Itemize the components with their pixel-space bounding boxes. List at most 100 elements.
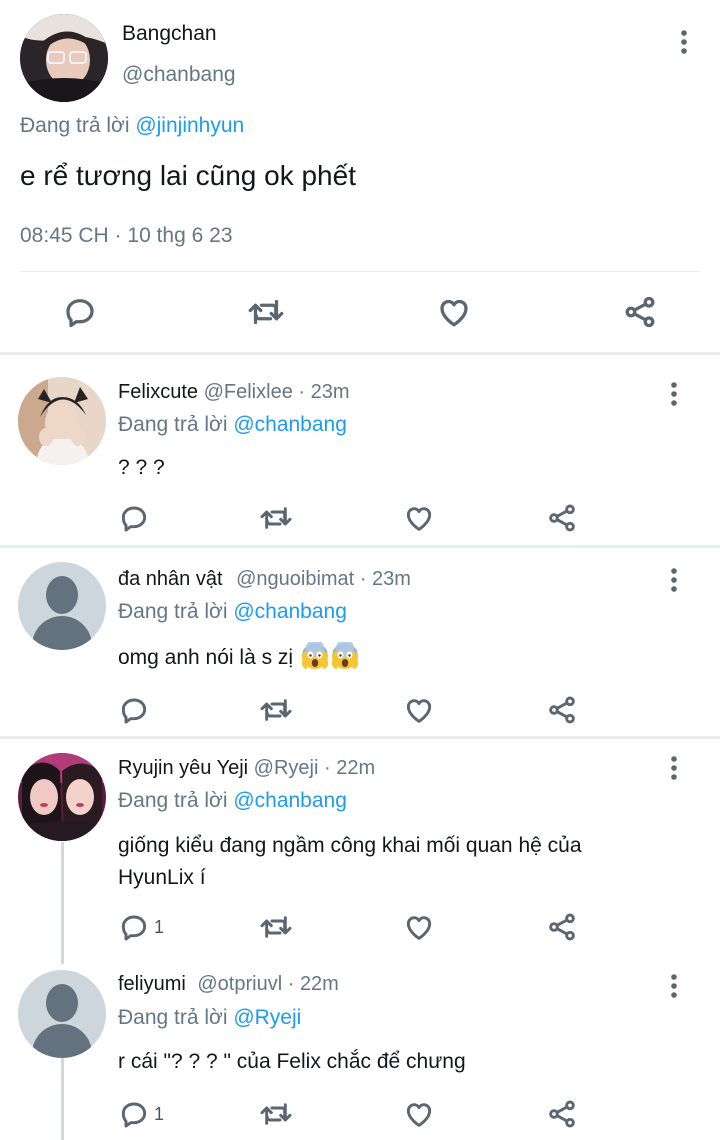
retweet-icon: [260, 507, 292, 529]
replying-to: Đang trả lời @jinjinhyun: [20, 114, 244, 138]
replying-to-mention[interactable]: @Ryeji: [233, 1006, 301, 1029]
reply-header: Ryujin yêu Yeji @Ryeji · 22m: [118, 757, 375, 780]
heart-icon: [406, 1103, 432, 1127]
meta-separator: ·: [287, 973, 295, 995]
tweet-age: 22m: [299, 973, 339, 995]
tweet-age: 23m: [310, 381, 350, 403]
reply-tweet[interactable]: Ryujin yêu Yeji @Ryeji · 22m Đang trả lờ…: [0, 739, 720, 961]
share-button[interactable]: [546, 910, 578, 944]
meta-separator: ·: [114, 224, 122, 247]
reply-button[interactable]: 1: [118, 910, 164, 944]
reply-bubble-icon: [121, 1102, 147, 1128]
replying-to: Đang trả lời @chanbang: [118, 789, 347, 813]
more-vertical-icon[interactable]: [660, 754, 688, 782]
like-button[interactable]: [434, 290, 474, 334]
face-screaming-in-fear-icon: [331, 642, 359, 670]
avatar-photo: [18, 753, 106, 841]
reply-count: 1: [154, 916, 165, 937]
reply-tweet[interactable]: feliyumi @otpriuvl · 22m Đang trả lời @R…: [0, 961, 720, 1140]
retweet-button[interactable]: [258, 910, 294, 944]
avatar[interactable]: [20, 14, 108, 102]
share-button[interactable]: [546, 693, 578, 727]
meta-separator: ·: [298, 381, 306, 403]
avatar-placeholder[interactable]: [18, 562, 106, 650]
reply-bubble-icon: [121, 506, 147, 532]
avatar-photo: [18, 377, 106, 465]
tweet-timestamp[interactable]: 08:45 CH · 10 thg 6 23: [20, 224, 233, 248]
retweet-button[interactable]: [258, 693, 294, 727]
share-icon: [549, 1100, 575, 1128]
reply-bubble-icon: [121, 915, 147, 941]
tweet-age: 23m: [372, 568, 411, 590]
avatar[interactable]: [18, 753, 106, 841]
share-button[interactable]: [546, 501, 578, 535]
retweet-icon: [260, 699, 292, 721]
tweet-text-line: HyunLix í: [118, 866, 206, 889]
author-handle[interactable]: @otpriuvl: [197, 973, 282, 995]
reply-button[interactable]: [118, 501, 154, 535]
like-button[interactable]: [403, 693, 435, 727]
meta-separator: ·: [359, 568, 367, 590]
retweet-icon: [248, 299, 284, 325]
heart-icon: [406, 507, 432, 531]
reply-button[interactable]: [60, 290, 100, 334]
replying-to: Đang trả lời @chanbang: [118, 413, 347, 437]
author-name[interactable]: feliyumi: [118, 973, 186, 995]
tweet-text: omg anh nói là s zị: [118, 646, 294, 669]
more-vertical-icon[interactable]: [670, 28, 698, 56]
avatar-photo: [20, 14, 108, 102]
author-name[interactable]: Bangchan: [122, 22, 217, 46]
divider: [20, 271, 700, 272]
like-button[interactable]: [403, 501, 435, 535]
author-name[interactable]: Ryujin yêu Yeji: [118, 757, 248, 779]
avatar-placeholder[interactable]: [18, 970, 106, 1058]
tweet-text: ? ? ?: [118, 456, 165, 479]
share-button[interactable]: [620, 290, 660, 334]
retweet-icon: [260, 916, 292, 938]
replying-to-mention[interactable]: @chanbang: [233, 413, 347, 436]
reply-header: Felixcute @Felixlee · 23m: [118, 381, 350, 404]
share-icon: [549, 504, 575, 532]
replying-to-mention[interactable]: @chanbang: [233, 600, 347, 623]
reply-bubble-icon: [121, 698, 147, 724]
retweet-button[interactable]: [258, 501, 294, 535]
reply-tweet[interactable]: Felixcute @Felixlee · 23m Đang trả lời @…: [0, 355, 720, 545]
author-handle[interactable]: @Ryeji: [254, 757, 319, 779]
retweet-button[interactable]: [246, 290, 286, 334]
author-handle[interactable]: @nguoibimat: [236, 568, 354, 590]
face-screaming-in-fear-icon: [301, 642, 329, 670]
more-vertical-icon[interactable]: [660, 380, 688, 408]
replying-to: Đang trả lời @Ryeji: [118, 1006, 301, 1030]
avatar-head-shape: [46, 576, 78, 614]
reply-button[interactable]: [118, 693, 154, 727]
heart-icon: [406, 699, 432, 723]
tweet-time: 08:45 CH: [20, 224, 109, 247]
more-vertical-icon[interactable]: [660, 972, 688, 1000]
retweet-button[interactable]: [258, 1097, 294, 1131]
replying-to-mention[interactable]: @jinjinhyun: [135, 114, 244, 137]
tweet-text-line: omg anh nói là s zị: [118, 642, 678, 674]
tweet-text-line: giống kiểu đang ngầm công khai mối quan …: [118, 834, 582, 857]
reply-header: feliyumi @otpriuvl · 22m: [118, 973, 339, 996]
reply-tweet[interactable]: đa nhân vật @nguoibimat · 23m Đang trả l…: [0, 548, 720, 736]
replying-to: Đang trả lời @chanbang: [118, 600, 347, 624]
replying-to-label: Đang trả lời: [118, 413, 228, 436]
heart-icon: [440, 299, 468, 327]
tweet-text: e rể tương lai cũng ok phết: [20, 160, 356, 191]
more-vertical-icon[interactable]: [660, 566, 688, 594]
replying-to-label: Đang trả lời: [118, 1006, 228, 1029]
tweet-age: 22m: [336, 757, 376, 779]
share-icon: [549, 913, 575, 941]
author-name[interactable]: Felixcute: [118, 381, 198, 403]
replying-to-mention[interactable]: @chanbang: [233, 789, 347, 812]
share-button[interactable]: [546, 1097, 578, 1131]
avatar[interactable]: [18, 377, 106, 465]
author-handle[interactable]: @chanbang: [122, 63, 236, 87]
tweet-text: r cái "? ? ? " của Felix chắc để chưng: [118, 1050, 466, 1073]
tweet-date: 10 thg 6 23: [127, 224, 233, 247]
like-button[interactable]: [403, 1097, 435, 1131]
like-button[interactable]: [403, 910, 435, 944]
reply-button[interactable]: 1: [118, 1097, 164, 1131]
author-handle[interactable]: @Felixlee: [204, 381, 293, 403]
author-name[interactable]: đa nhân vật: [118, 568, 223, 590]
